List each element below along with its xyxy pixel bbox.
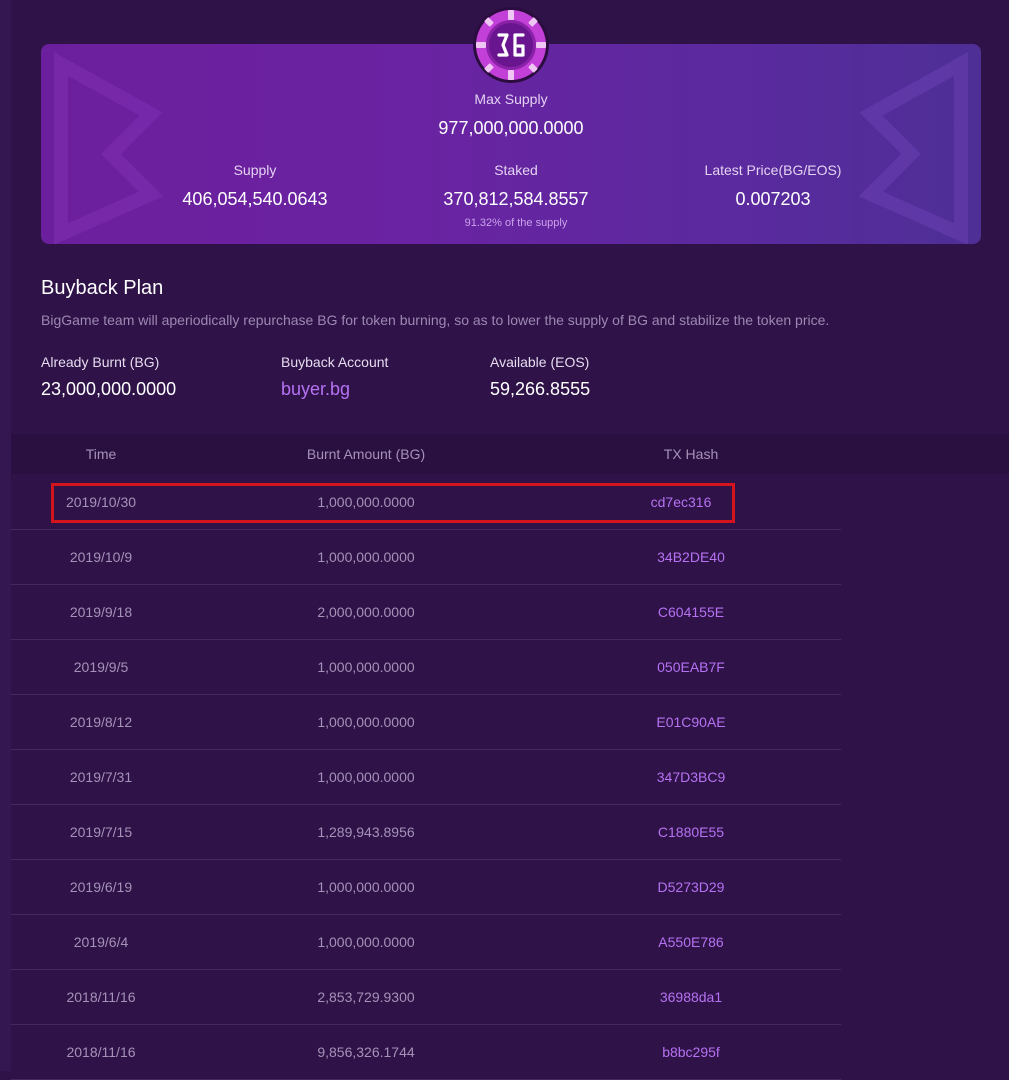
row-time: 2019/6/19 (69, 879, 133, 895)
table-row: 2018/11/16 9,856,326.1744 b8bc295f (11, 1025, 841, 1080)
row-time: 2019/7/31 (69, 769, 133, 785)
buyback-account-link[interactable]: buyer.bg (281, 379, 350, 400)
row-tx-hash-link[interactable]: 34B2DE40 (591, 530, 791, 585)
table-row: 2019/9/5 1,000,000.0000 050EAB7F (11, 640, 841, 695)
table-row: 2019/8/12 1,000,000.0000 E01C90AE (11, 695, 841, 750)
row-tx-hash-link[interactable]: b8bc295f (591, 1025, 791, 1080)
bg-token-logo-icon (473, 7, 549, 83)
row-time: 2018/11/16 (66, 989, 136, 1005)
table-row: 2019/10/30 1,000,000.0000 cd7ec316 (11, 474, 841, 530)
page-edge (0, 0, 11, 1071)
table-row: 2019/6/4 1,000,000.0000 A550E786 (11, 915, 841, 970)
row-time: 2019/9/18 (69, 604, 133, 620)
staked-percentage-note: 91.32% of the supply (464, 217, 568, 229)
table-row: 2018/11/16 2,853,729.9300 36988da1 (11, 970, 841, 1025)
supply-label: Supply (233, 162, 277, 178)
row-burnt-amount: 1,000,000.0000 (317, 659, 415, 675)
max-supply-label: Max Supply (474, 91, 548, 107)
row-burnt-amount: 2,000,000.0000 (317, 604, 415, 620)
decorative-bracket-left-icon (54, 52, 164, 244)
table-row: 2019/9/18 2,000,000.0000 C604155E (11, 585, 841, 640)
row-burnt-amount: 1,000,000.0000 (317, 549, 415, 565)
row-tx-hash-link[interactable]: 36988da1 (591, 970, 791, 1025)
row-tx-hash-link[interactable]: cd7ec316 (581, 474, 781, 530)
table-row: 2019/10/9 1,000,000.0000 34B2DE40 (11, 530, 841, 585)
row-tx-hash-link[interactable]: C604155E (591, 585, 791, 640)
burn-history-table-header: Time Burnt Amount (BG) TX Hash (11, 434, 1009, 474)
row-time: 2019/6/4 (73, 934, 129, 950)
row-burnt-amount: 1,289,943.8956 (317, 824, 415, 840)
row-tx-hash-link[interactable]: 050EAB7F (591, 640, 791, 695)
burn-history-table: 2019/10/30 1,000,000.0000 cd7ec316 2019/… (11, 474, 841, 1080)
row-burnt-amount: 1,000,000.0000 (317, 934, 415, 950)
row-tx-hash-link[interactable]: E01C90AE (591, 695, 791, 750)
supply-value: 406,054,540.0643 (182, 189, 328, 209)
row-burnt-amount: 2,853,729.9300 (317, 989, 415, 1005)
decorative-bracket-right-icon (858, 52, 968, 244)
row-burnt-amount: 1,000,000.0000 (317, 879, 415, 895)
available-eos-label: Available (EOS) (490, 354, 590, 370)
row-tx-hash-link[interactable]: 347D3BC9 (591, 750, 791, 805)
row-time: 2019/7/15 (69, 824, 133, 840)
column-header-burnt-amount: Burnt Amount (BG) (306, 446, 426, 462)
already-burnt-value: 23,000,000.0000 (41, 379, 177, 399)
already-burnt-label: Already Burnt (BG) (41, 354, 160, 370)
max-supply-value: 977,000,000.0000 (438, 118, 584, 138)
latest-price-label: Latest Price(BG/EOS) (704, 162, 842, 178)
row-tx-hash-link[interactable]: D5273D29 (591, 860, 791, 915)
staked-value: 370,812,584.8557 (443, 189, 589, 209)
row-burnt-amount: 1,000,000.0000 (317, 769, 415, 785)
buyback-account-label: Buyback Account (281, 354, 389, 370)
buyback-plan-description: BigGame team will aperiodically repurcha… (41, 312, 830, 328)
row-time: 2019/9/5 (73, 659, 129, 675)
row-burnt-amount: 1,000,000.0000 (317, 494, 415, 510)
row-burnt-amount: 1,000,000.0000 (317, 714, 415, 730)
column-header-time: Time (85, 446, 117, 462)
row-burnt-amount: 9,856,326.1744 (317, 1044, 415, 1060)
available-eos-value: 59,266.8555 (490, 379, 591, 399)
table-row: 2019/6/19 1,000,000.0000 D5273D29 (11, 860, 841, 915)
row-tx-hash-link[interactable]: A550E786 (591, 915, 791, 970)
table-row: 2019/7/31 1,000,000.0000 347D3BC9 (11, 750, 841, 805)
buyback-plan-title: Buyback Plan (41, 277, 164, 299)
row-time: 2019/8/12 (69, 714, 133, 730)
table-row: 2019/7/15 1,289,943.8956 C1880E55 (11, 805, 841, 860)
staked-label: Staked (494, 162, 538, 178)
row-time: 2019/10/9 (69, 549, 133, 565)
row-tx-hash-link[interactable]: C1880E55 (591, 805, 791, 860)
column-header-tx-hash: TX Hash (663, 446, 719, 462)
latest-price-value: 0.007203 (735, 189, 811, 209)
row-time: 2019/10/30 (65, 494, 137, 510)
row-time: 2018/11/16 (66, 1044, 136, 1060)
